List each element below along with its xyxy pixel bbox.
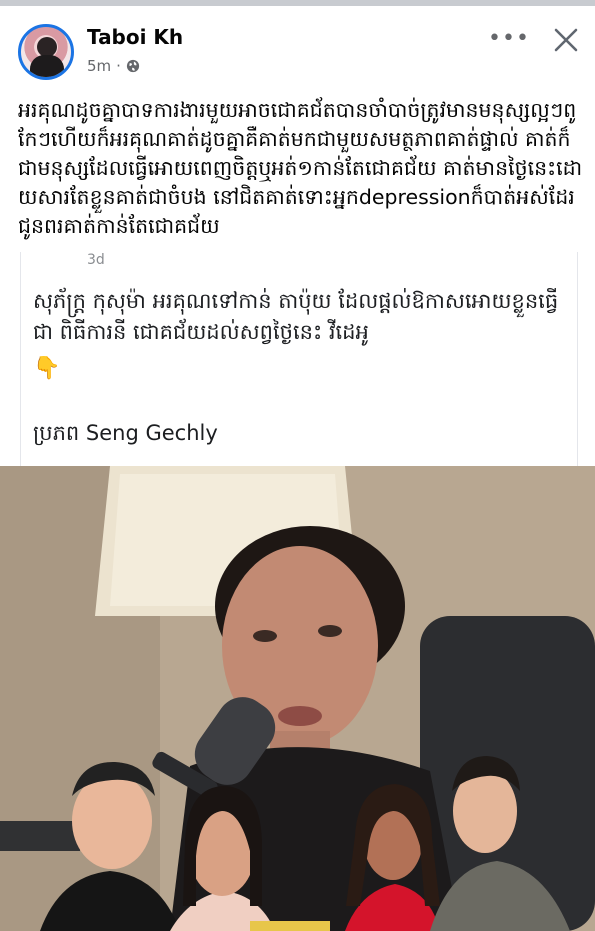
avatar-body	[30, 55, 64, 77]
shared-post-time: 3d	[87, 252, 105, 268]
shared-post-text: សុភ័ក្រ្ត កុសុម៉ា អរគុណទៅកាន់ តាប៉ុយ ដែល…	[33, 289, 559, 344]
avatar-head	[37, 37, 57, 57]
podcast-scene-image	[0, 466, 595, 931]
post-header: Taboi Kh 5m · •••	[0, 6, 595, 90]
pointing-down-hand-icon: 👇	[33, 356, 61, 381]
globe-icon[interactable]	[126, 59, 140, 73]
post-meta: 5m ·	[87, 57, 140, 75]
shared-post-card[interactable]: 3d សុភ័ក្រ្ត កុសុម៉ា អរគុណទៅកាន់ តាប៉ុយ …	[20, 252, 578, 466]
post-time[interactable]: 5m	[87, 57, 111, 75]
post-photo[interactable]	[0, 466, 595, 931]
author-name[interactable]: Taboi Kh	[87, 25, 183, 49]
shared-post-source: ប្រភព Seng Gechly	[33, 421, 218, 445]
more-options-icon[interactable]: •••	[488, 26, 530, 51]
avatar[interactable]	[18, 24, 74, 80]
meta-separator: ·	[116, 57, 121, 75]
post-caption: អរគុណដូចគ្នាបាទការងារមួយអាចជោគជ័តបានចាំប…	[18, 98, 583, 238]
close-icon[interactable]	[552, 26, 580, 54]
